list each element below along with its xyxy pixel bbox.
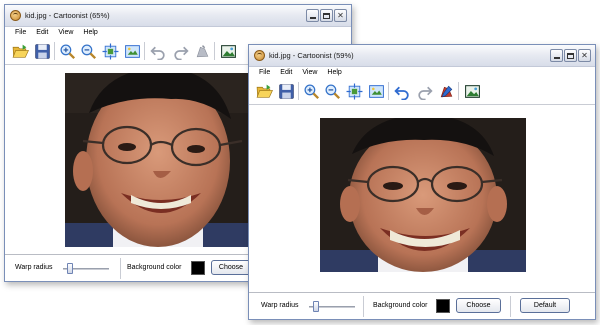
cartoonist-window-front: kid.jpg - Cartoonist (59%) File Edit Vie… <box>248 44 596 320</box>
photo-original <box>65 73 251 247</box>
toolbar-separator <box>54 42 55 60</box>
menu-help[interactable]: Help <box>322 67 346 79</box>
redo-icon[interactable] <box>414 81 434 101</box>
close-button[interactable] <box>334 9 347 22</box>
slider-thumb[interactable] <box>313 301 319 312</box>
menu-bar: File Edit View Help <box>249 67 595 79</box>
bar-separator <box>120 258 121 279</box>
bar-separator <box>510 296 511 317</box>
redo-icon[interactable] <box>170 41 190 61</box>
window-title: kid.jpg - Cartoonist (59%) <box>269 51 354 60</box>
menu-edit[interactable]: Edit <box>275 67 297 79</box>
maximize-button[interactable] <box>320 9 333 22</box>
app-icon <box>254 50 265 61</box>
image-canvas[interactable] <box>249 105 595 294</box>
close-button[interactable] <box>578 49 591 62</box>
export-image-icon[interactable] <box>462 81 482 101</box>
background-color-label: Background color <box>127 264 182 271</box>
window-title: kid.jpg - Cartoonist (65%) <box>25 11 110 20</box>
warp-radius-label: Warp radius <box>261 302 299 309</box>
minimize-button[interactable] <box>550 49 563 62</box>
toolbar-separator <box>388 82 389 100</box>
slider-thumb[interactable] <box>67 263 73 274</box>
choose-color-button[interactable]: Choose <box>456 298 501 313</box>
toolbar-separator <box>458 82 459 100</box>
menu-file[interactable]: File <box>254 67 275 79</box>
undo-icon[interactable] <box>148 41 168 61</box>
warp-radius-label: Warp radius <box>15 264 53 271</box>
maximize-button[interactable] <box>564 49 577 62</box>
minimize-button[interactable] <box>306 9 319 22</box>
toolbar-separator <box>144 42 145 60</box>
warp-radius-slider[interactable] <box>309 301 355 312</box>
fit-to-window-icon[interactable] <box>344 81 364 101</box>
reset-warp-icon[interactable] <box>436 81 456 101</box>
undo-icon[interactable] <box>392 81 412 101</box>
menu-help[interactable]: Help <box>78 27 102 39</box>
save-disk-icon[interactable] <box>276 81 296 101</box>
options-bar: Warp radius Background color Choose Defa… <box>249 292 595 319</box>
choose-color-button[interactable]: Choose <box>211 260 251 275</box>
title-bar[interactable]: kid.jpg - Cartoonist (65%) <box>5 5 351 27</box>
fit-to-window-icon[interactable] <box>100 41 120 61</box>
window-controls <box>306 9 347 22</box>
background-color-swatch[interactable] <box>191 261 205 275</box>
open-folder-icon[interactable] <box>10 41 30 61</box>
warp-radius-slider[interactable] <box>63 263 109 274</box>
default-button[interactable]: Default <box>520 298 570 313</box>
background-color-swatch[interactable] <box>436 299 450 313</box>
menu-edit[interactable]: Edit <box>31 27 53 39</box>
toolbar-separator <box>214 42 215 60</box>
zoom-out-icon[interactable] <box>322 81 342 101</box>
menu-view[interactable]: View <box>53 27 78 39</box>
bar-separator <box>363 296 364 317</box>
reset-warp-icon[interactable] <box>192 41 212 61</box>
toolbar-separator <box>298 82 299 100</box>
window-controls <box>550 49 591 62</box>
menu-bar: File Edit View Help <box>5 27 351 39</box>
toolbar <box>249 79 595 105</box>
background-color-label: Background color <box>373 302 428 309</box>
photo-warped <box>320 118 526 272</box>
open-folder-icon[interactable] <box>254 81 274 101</box>
export-image-icon[interactable] <box>218 41 238 61</box>
app-icon <box>10 10 21 21</box>
title-bar[interactable]: kid.jpg - Cartoonist (59%) <box>249 45 595 67</box>
zoom-in-icon[interactable] <box>57 41 77 61</box>
zoom-out-icon[interactable] <box>78 41 98 61</box>
zoom-in-icon[interactable] <box>301 81 321 101</box>
save-disk-icon[interactable] <box>32 41 52 61</box>
actual-size-icon[interactable] <box>122 41 142 61</box>
menu-file[interactable]: File <box>10 27 31 39</box>
actual-size-icon[interactable] <box>366 81 386 101</box>
menu-view[interactable]: View <box>297 67 322 79</box>
